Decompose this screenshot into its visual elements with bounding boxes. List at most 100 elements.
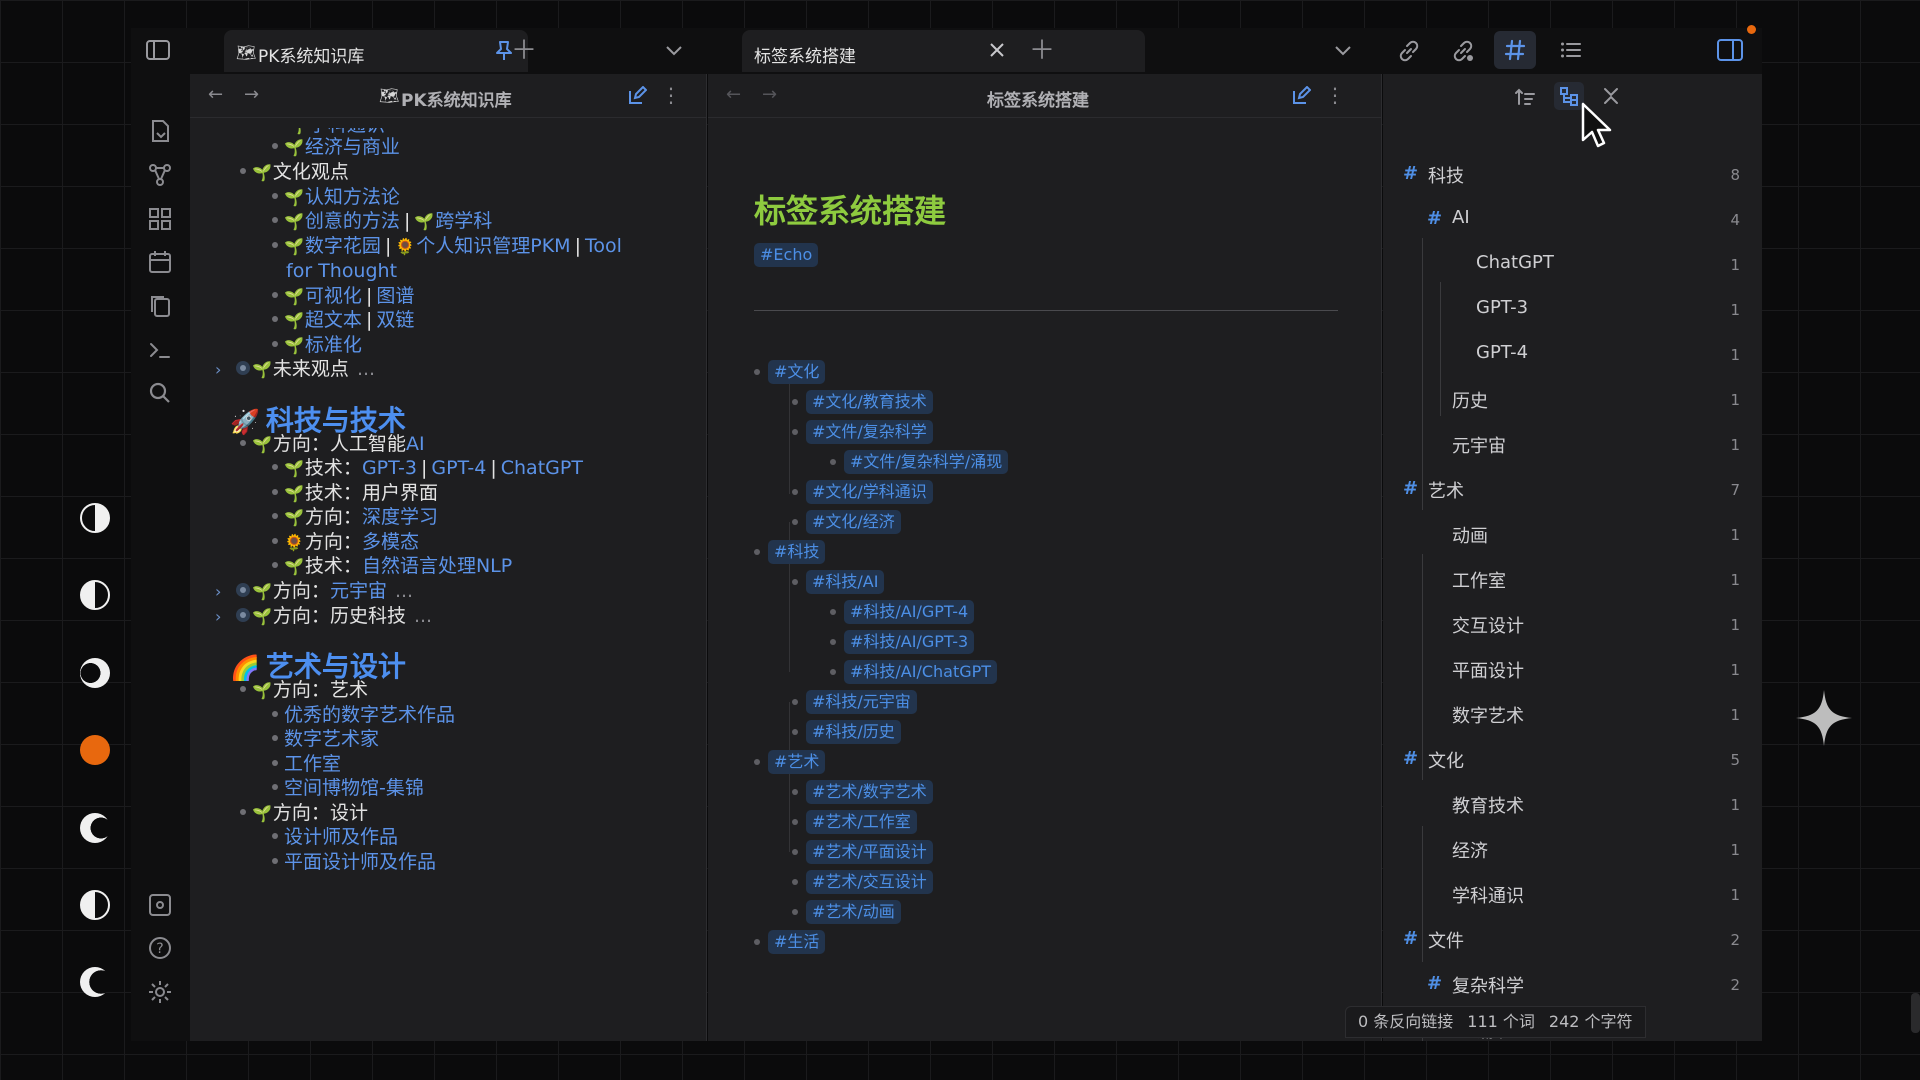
- close-tab-icon[interactable]: [989, 42, 1005, 62]
- tag-tree-item[interactable]: GPT-4 1: [1383, 333, 1762, 373]
- sort-icon[interactable]: [1514, 86, 1536, 112]
- tag-tree-item[interactable]: 平面设计 1: [1383, 648, 1762, 688]
- tag-tree-item[interactable]: GPT-3 1: [1383, 288, 1762, 328]
- tag-pill[interactable]: #科技/元宇宙: [806, 690, 917, 714]
- tag-pill[interactable]: #文化/学科通识: [806, 480, 933, 504]
- tag-pill[interactable]: #科技/AI/GPT-3: [844, 630, 975, 654]
- search-icon[interactable]: [147, 380, 173, 410]
- tag-tree-item[interactable]: 教育技术 1: [1383, 783, 1762, 823]
- link-ai[interactable]: AI: [406, 433, 425, 455]
- tag-pill[interactable]: #科技/AI: [806, 570, 885, 594]
- tag-tree-item[interactable]: # 文件 2: [1383, 918, 1762, 958]
- open-quick-switcher-icon[interactable]: [147, 118, 173, 148]
- tab-list-chevron-icon[interactable]: [665, 42, 683, 61]
- link-digital-garden[interactable]: 数字花园: [305, 235, 381, 257]
- settings-icon[interactable]: [147, 979, 173, 1009]
- tab-pk-knowledge[interactable]: 🗺 PK系统知识库: [224, 30, 528, 72]
- tag-tree-item[interactable]: # AI 4: [1383, 198, 1762, 238]
- tag-tree-item[interactable]: # 艺术 7: [1383, 468, 1762, 508]
- link-tool-for-thought[interactable]: Tool: [585, 235, 622, 257]
- tag-pill[interactable]: #科技/AI/ChatGPT: [844, 660, 998, 684]
- tag-pill[interactable]: #艺术/动画: [806, 900, 901, 924]
- tag-tree-item[interactable]: 元宇宙 1: [1383, 423, 1762, 463]
- link-gpt4[interactable]: GPT-4: [431, 457, 486, 479]
- link-visual[interactable]: 可视化: [305, 285, 362, 307]
- outline-list-icon[interactable]: [1560, 39, 1582, 65]
- collapsed-ellipsis[interactable]: ...: [395, 580, 413, 602]
- link-econ[interactable]: 经济与商业: [305, 136, 400, 158]
- tag-pill[interactable]: #艺术: [768, 750, 826, 774]
- copy-icon[interactable]: [147, 293, 173, 323]
- terminal-icon[interactable]: [147, 337, 173, 367]
- tab-tag-system[interactable]: 标签系统搭建: [742, 30, 1145, 72]
- collapse-chevron-icon[interactable]: ›: [215, 582, 221, 601]
- tag-pill[interactable]: #艺术/交互设计: [806, 870, 933, 894]
- edit-mode-icon[interactable]: [627, 85, 648, 110]
- tag-pill[interactable]: #文化/教育技术: [806, 390, 933, 414]
- link-metaverse[interactable]: 元宇宙: [330, 580, 387, 602]
- link-creative[interactable]: 创意的方法: [305, 210, 400, 232]
- link-art-item[interactable]: 工作室: [284, 753, 341, 775]
- forward-arrow-icon[interactable]: →: [762, 86, 777, 104]
- tag-tree-item[interactable]: 交互设计 1: [1383, 603, 1762, 643]
- tag-pill[interactable]: #科技/AI/GPT-4: [844, 600, 975, 624]
- link-hypertext[interactable]: 超文本: [305, 309, 362, 331]
- tag-tree-item[interactable]: # 科技 8: [1383, 153, 1762, 193]
- tag-pill[interactable]: #Echo: [754, 243, 819, 267]
- new-tab-icon[interactable]: ＋: [511, 38, 537, 64]
- new-tab-icon[interactable]: ＋: [1029, 38, 1055, 64]
- canvas-icon[interactable]: [147, 206, 173, 236]
- link-tool-for-thought[interactable]: for Thought: [286, 260, 397, 282]
- link-graph[interactable]: 图谱: [376, 285, 414, 307]
- tag-pill[interactable]: #文化: [768, 360, 826, 384]
- tag-pill[interactable]: #文化/经济: [806, 510, 901, 534]
- tab-list-chevron-icon[interactable]: [1334, 42, 1352, 61]
- scrollbar-handle[interactable]: [1911, 993, 1920, 1033]
- tag-pill[interactable]: #科技: [768, 540, 826, 564]
- right-sidebar-toggle-icon[interactable]: [1716, 37, 1744, 67]
- tag-pill[interactable]: #艺术/数字艺术: [806, 780, 933, 804]
- collapse-chevron-icon[interactable]: ›: [215, 607, 221, 626]
- link-bilink[interactable]: 双链: [376, 309, 414, 331]
- link-cognition[interactable]: 认知方法论: [305, 186, 400, 208]
- calendar-icon[interactable]: [147, 249, 173, 279]
- tags-view-button[interactable]: [1494, 31, 1536, 69]
- backlinks-count[interactable]: 0 条反向链接: [1358, 1012, 1453, 1031]
- tag-tree-item[interactable]: 数字艺术 1: [1383, 693, 1762, 733]
- tag-pill[interactable]: #艺术/平面设计: [806, 840, 933, 864]
- tag-pill[interactable]: #文件/复杂科学/涌现: [844, 450, 1009, 474]
- tag-pill[interactable]: #生活: [768, 930, 826, 954]
- tag-tree-item[interactable]: 学科通识 1: [1383, 873, 1762, 913]
- outgoing-link-icon[interactable]: [1450, 38, 1476, 68]
- link-art-item[interactable]: 空间博物馆-集锦: [284, 777, 424, 799]
- collapsed-ellipsis[interactable]: ...: [414, 605, 432, 627]
- help-icon[interactable]: ?: [147, 935, 173, 965]
- forward-arrow-icon[interactable]: →: [244, 86, 259, 104]
- collapsed-ellipsis[interactable]: ...: [357, 358, 375, 380]
- tag-tree-item[interactable]: # 文化 5: [1383, 738, 1762, 778]
- tag-pill[interactable]: #文件/复杂科学: [806, 420, 933, 444]
- tag-pill[interactable]: #科技/历史: [806, 720, 901, 744]
- link-standard[interactable]: 标准化: [305, 334, 362, 356]
- tag-tree-item[interactable]: 工作室 1: [1383, 558, 1762, 598]
- link-deep-learning[interactable]: 深度学习: [362, 506, 438, 528]
- frontmatter-tag[interactable]: #Echo: [754, 243, 819, 267]
- more-options-icon[interactable]: ⋮: [661, 85, 681, 105]
- tag-pill[interactable]: #艺术/工作室: [806, 810, 917, 834]
- edit-mode-icon[interactable]: [1291, 85, 1312, 110]
- tag-tree-item[interactable]: 经济 1: [1383, 828, 1762, 868]
- link-chatgpt[interactable]: ChatGPT: [501, 457, 583, 479]
- link-art-item[interactable]: 数字艺术家: [284, 728, 379, 750]
- collapse-chevron-icon[interactable]: ›: [215, 360, 221, 379]
- link-design-item[interactable]: 设计师及作品: [284, 826, 398, 848]
- vault-switcher-icon[interactable]: [147, 892, 173, 922]
- link-multimodal[interactable]: 多模态: [362, 531, 419, 553]
- tag-tree-item[interactable]: 历史 1: [1383, 378, 1762, 418]
- tag-tree-item[interactable]: # 复杂科学 2: [1383, 963, 1762, 1003]
- back-arrow-icon[interactable]: ←: [208, 86, 223, 104]
- link-design-item[interactable]: 平面设计师及作品: [284, 851, 436, 873]
- link-pkm[interactable]: 个人知识管理PKM: [416, 235, 570, 257]
- back-arrow-icon[interactable]: ←: [726, 86, 741, 104]
- link-nlp[interactable]: 自然语言处理NLP: [362, 555, 512, 577]
- sidebar-toggle-icon[interactable]: [145, 38, 171, 62]
